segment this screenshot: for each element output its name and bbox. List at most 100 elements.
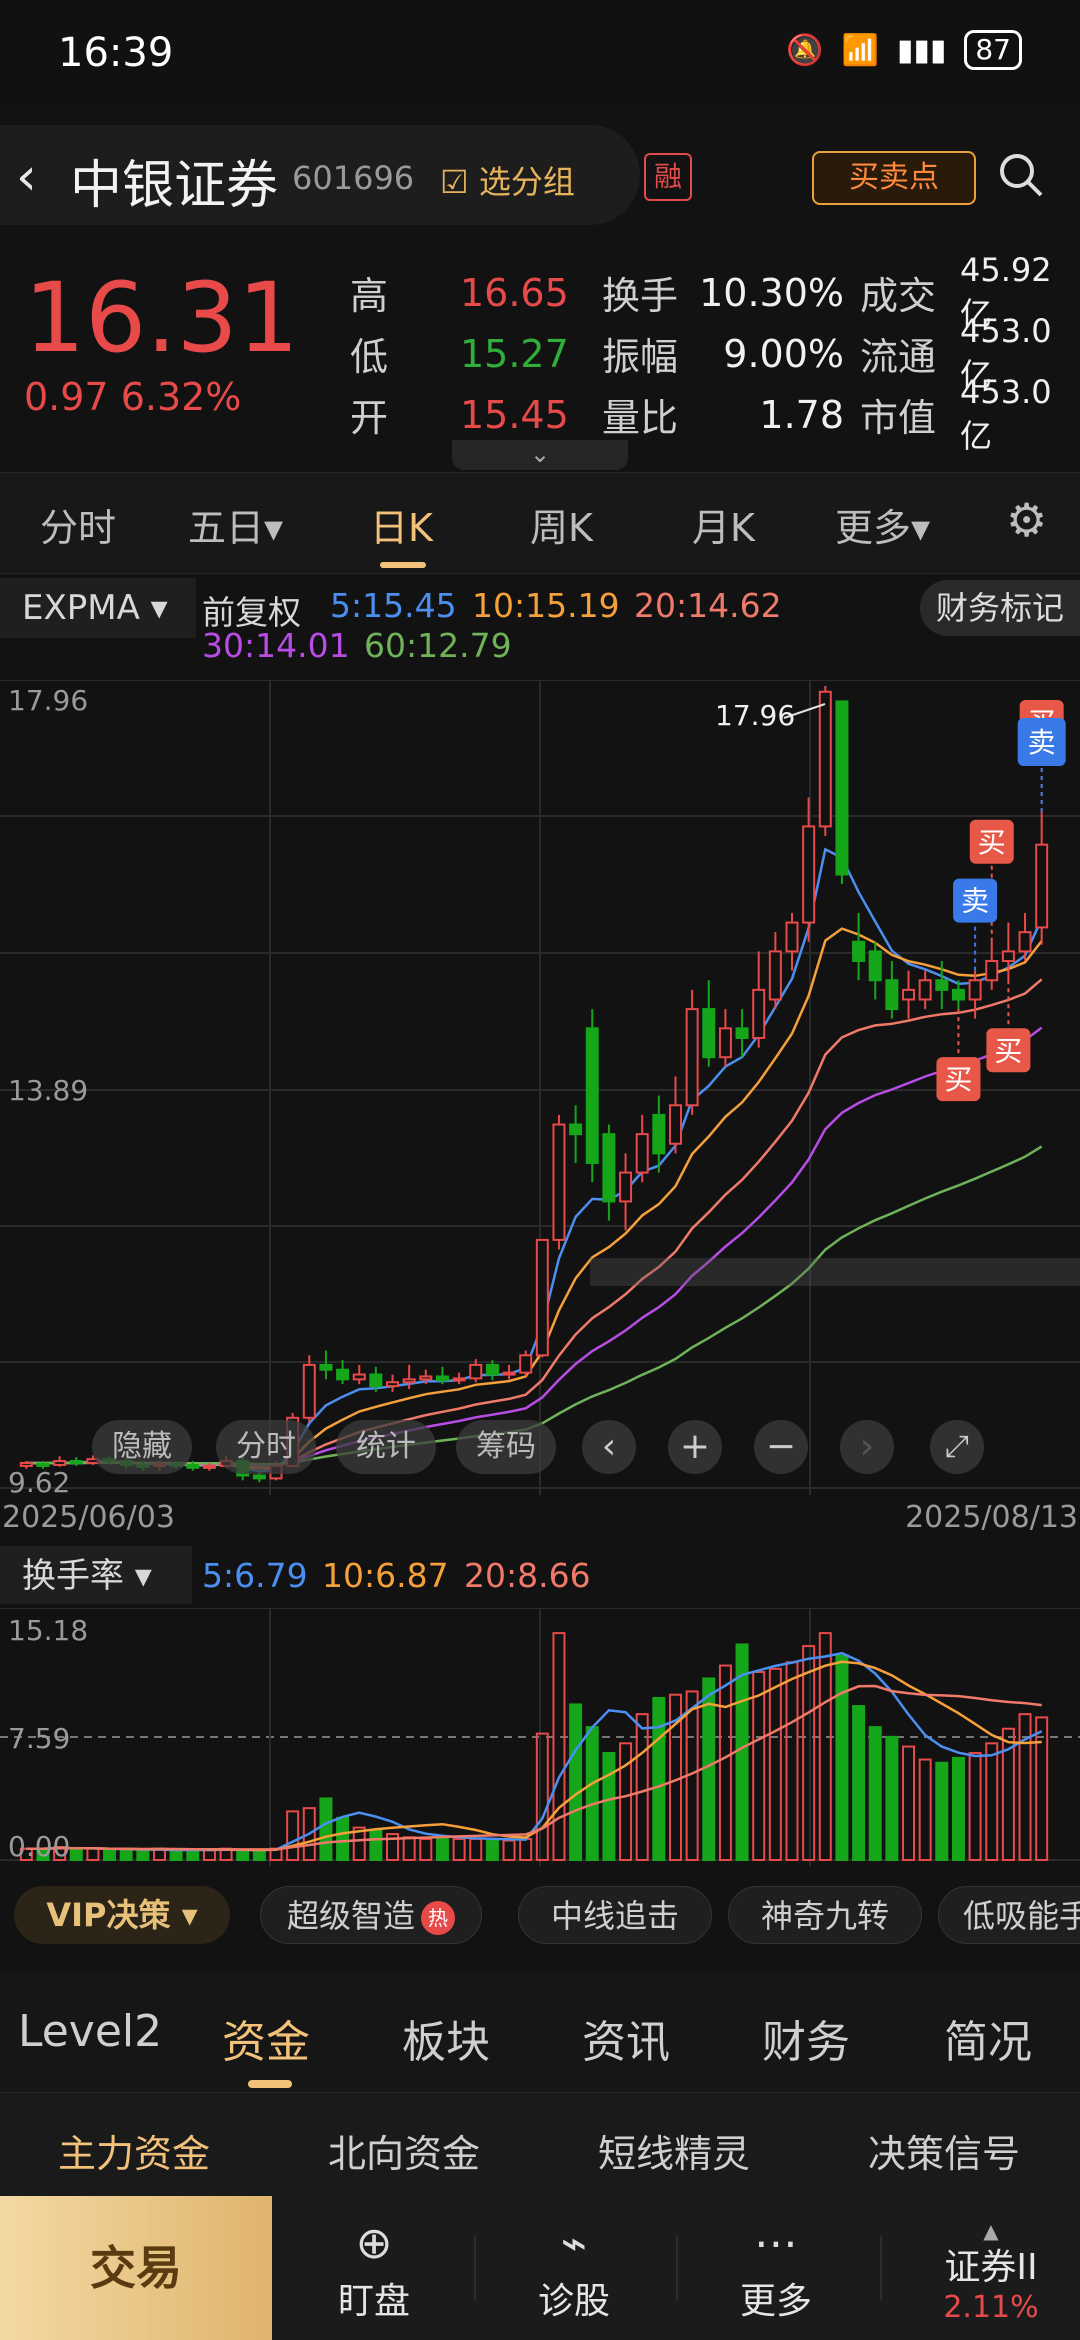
peak-label: 17.96 xyxy=(715,699,795,732)
candle-body xyxy=(818,690,832,828)
battery-icon: 87 xyxy=(964,30,1022,70)
divider xyxy=(474,2236,476,2300)
pill-mid-term[interactable]: 中线追击 xyxy=(518,1886,712,1944)
subtab-short-line[interactable]: 短线精灵 xyxy=(598,2123,750,2178)
fullscreen-icon[interactable]: ⤢ xyxy=(930,1420,984,1474)
turnover-legend: 换手率 ▾ 5:6.79 10:6.87 20:8.66 xyxy=(0,1546,1080,1606)
quote-label: 振幅 xyxy=(602,335,679,379)
subtab-northbound[interactable]: 北向资金 xyxy=(328,2123,480,2178)
candle-body xyxy=(485,1363,499,1376)
tab-overview[interactable]: 简况 xyxy=(944,2006,1032,2070)
turnover-bar xyxy=(286,1810,300,1861)
ema-line-5 xyxy=(26,847,1043,1473)
candle-body xyxy=(435,1375,449,1382)
vip-decision-button[interactable]: VIP决策 ▾ xyxy=(14,1886,230,1944)
tab-five-day[interactable]: 五日▾ xyxy=(188,497,283,552)
kline-legend: EXPMA ▾ 前复权 5:15.45 10:15.19 20:14.62 30… xyxy=(0,578,1080,678)
tab-timeshare[interactable]: 分时 xyxy=(40,497,116,552)
chevron-right-icon[interactable]: › xyxy=(840,1420,894,1474)
candle-body xyxy=(302,1363,316,1419)
candle-body xyxy=(502,1371,516,1376)
tab-news[interactable]: 资讯 xyxy=(582,2006,670,2070)
pill-magic-nine[interactable]: 神奇九转 xyxy=(728,1886,922,1944)
stats-button[interactable]: 统计 xyxy=(336,1420,436,1474)
turnover-y-mid: 7.59 xyxy=(8,1722,70,1755)
kline-grid xyxy=(0,680,1080,1495)
candle-body xyxy=(668,1104,682,1145)
pill-low-buy[interactable]: 低吸能手 xyxy=(938,1886,1080,1944)
quote-value: 15.27 xyxy=(460,331,569,376)
turnover-bar xyxy=(319,1797,333,1862)
fund-subtabs: 主力资金 北向资金 短线精灵 决策信号 xyxy=(0,2092,1080,2197)
candle-body xyxy=(868,950,882,982)
chips-button[interactable]: 筹码 xyxy=(456,1420,556,1474)
trade-button[interactable]: 交易 xyxy=(0,2196,272,2340)
nav-broker-index[interactable]: ▲ 证券II 2.11% xyxy=(916,2221,1066,2325)
turnover-bar xyxy=(885,1735,899,1862)
turnover-bar xyxy=(619,1742,633,1861)
active-tab-indicator xyxy=(380,562,426,568)
turnover-chart[interactable]: 15.18 7.59 0.00 xyxy=(0,1608,1080,1866)
margin-badge[interactable]: 融 xyxy=(644,153,692,201)
pill-super-manufacturing[interactable]: 超级智造热 xyxy=(260,1886,482,1944)
indicator-select[interactable]: EXPMA ▾ xyxy=(0,578,196,638)
turnover-bar xyxy=(585,1726,599,1861)
turnover-bar xyxy=(835,1654,849,1862)
search-icon[interactable] xyxy=(996,150,1046,200)
tab-weekly-k[interactable]: 周K xyxy=(530,497,593,552)
mute-icon: 🔕 xyxy=(786,32,824,68)
ma5-value: 5:15.45 xyxy=(330,586,457,625)
hide-button[interactable]: 隐藏 xyxy=(92,1420,192,1474)
quote-row: 开 15.45 量比 1.78 市值 453.0亿 xyxy=(350,373,1070,455)
quote-label: 低 xyxy=(350,335,389,379)
nav-watch[interactable]: ⊕ 盯盘 xyxy=(314,2216,434,2324)
tab-sectors[interactable]: 板块 xyxy=(402,2006,490,2070)
tab-financials[interactable]: 财务 xyxy=(762,2006,850,2070)
ema-line-30 xyxy=(26,1026,1043,1467)
quote-value: 15.45 xyxy=(460,392,569,437)
turnover-ma20: 20:8.66 xyxy=(464,1556,591,1595)
y-axis-top-label: 17.96 xyxy=(8,684,88,717)
quote-label: 市值 xyxy=(860,396,937,440)
turnover-bar xyxy=(369,1829,383,1861)
turnover-indicator-select[interactable]: 换手率 ▾ xyxy=(0,1546,192,1604)
subtab-main-funds[interactable]: 主力资金 xyxy=(58,2123,210,2178)
financial-mark-button[interactable]: 财务标记 xyxy=(920,580,1080,636)
price-zone-band xyxy=(590,1258,1080,1286)
quote-value: 453.0亿 xyxy=(960,372,1052,455)
candle-body xyxy=(785,921,799,953)
candle-body xyxy=(69,1460,83,1465)
subtab-decision-signal[interactable]: 决策信号 xyxy=(868,2123,1020,2178)
candle-body xyxy=(619,1171,633,1203)
select-group-label: 选分组 xyxy=(478,163,575,201)
candle-body xyxy=(319,1363,333,1371)
kline-chart[interactable]: 买买卖买买卖 17.96 13.89 9.62 17.96 xyxy=(0,680,1080,1495)
zoom-in-icon[interactable]: + xyxy=(668,1420,722,1474)
expand-quote-button[interactable]: ⌄ xyxy=(452,440,628,470)
current-price: 16.31 xyxy=(24,262,299,374)
buy-signal-label: 买 xyxy=(978,826,1006,859)
tab-monthly-k[interactable]: 月K xyxy=(692,497,755,552)
tab-more[interactable]: 更多▾ xyxy=(835,497,930,552)
zoom-out-icon[interactable]: − xyxy=(754,1420,808,1474)
back-icon[interactable]: ‹ xyxy=(16,147,37,207)
turnover-bar xyxy=(169,1849,183,1861)
turnover-bar xyxy=(435,1836,449,1862)
hot-badge: 热 xyxy=(421,1901,455,1935)
turnover-bar xyxy=(336,1816,350,1862)
tab-funds[interactable]: 资金 xyxy=(222,2006,310,2070)
nav-diagnose[interactable]: ⌁ 诊股 xyxy=(514,2216,634,2324)
tab-daily-k[interactable]: 日K xyxy=(370,497,433,552)
turnover-bar xyxy=(402,1836,416,1862)
nav-more[interactable]: ⋯ 更多 xyxy=(716,2216,836,2324)
end-date: 2025/08/13 xyxy=(905,1500,1078,1535)
tab-level2[interactable]: Level2 xyxy=(18,2006,162,2057)
chevron-left-icon[interactable]: ‹ xyxy=(582,1420,636,1474)
gear-icon[interactable]: ⚙ xyxy=(1006,493,1047,547)
date-range-row: 2025/06/03 2025/08/13 xyxy=(0,1498,1080,1538)
select-group-button[interactable]: ☑ 选分组 xyxy=(440,157,575,203)
candle-body xyxy=(352,1373,366,1381)
turnover-bar xyxy=(868,1726,882,1861)
buy-sell-point-button[interactable]: 买卖点 xyxy=(812,151,976,205)
timeshare-button[interactable]: 分时 xyxy=(216,1420,316,1474)
